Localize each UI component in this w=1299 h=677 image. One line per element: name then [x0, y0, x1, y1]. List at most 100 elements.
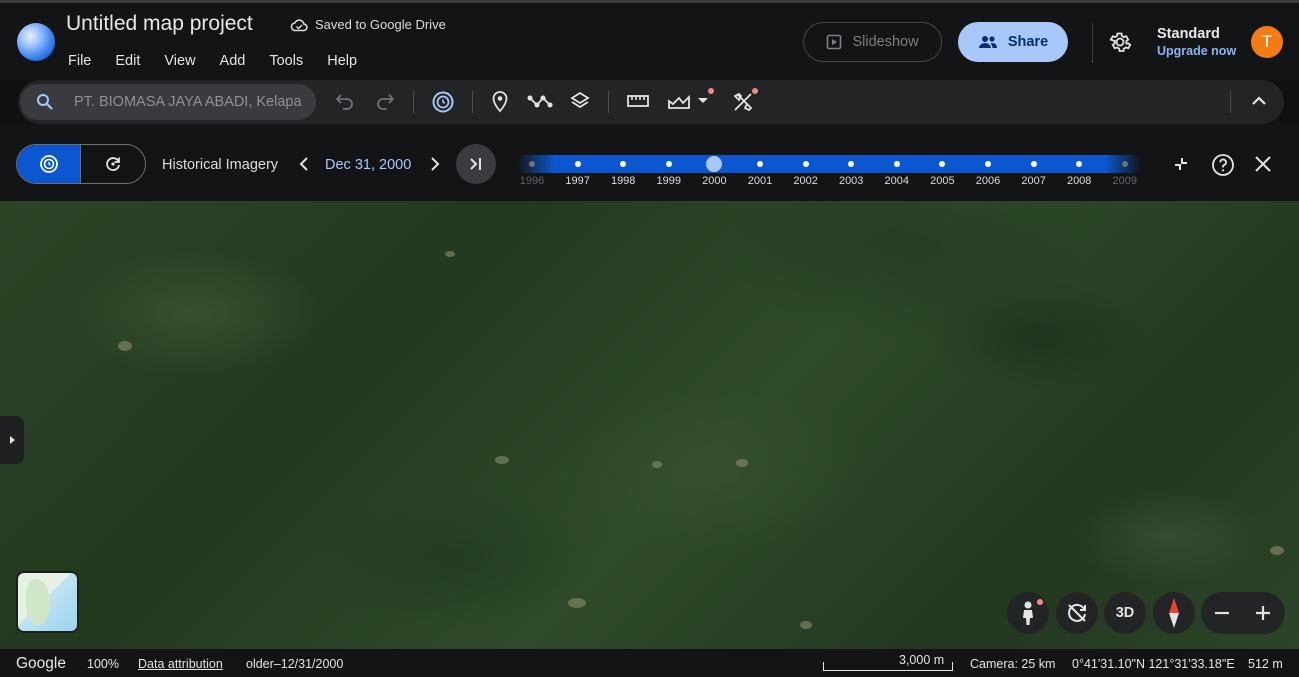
timeline-year-label[interactable]: 1998 — [611, 175, 635, 187]
map-feature — [652, 461, 662, 468]
historical-imagery-icon[interactable] — [431, 90, 455, 114]
satellite-tools-icon[interactable] — [731, 90, 755, 114]
timeline-tick[interactable] — [985, 161, 991, 167]
ruler-icon[interactable] — [626, 90, 650, 112]
chevron-right-icon[interactable] — [428, 155, 442, 173]
imagery-date[interactable]: Dec 31, 2000 — [325, 157, 411, 173]
timeline-year-label[interactable]: 2007 — [1021, 175, 1045, 187]
timeline-year-label[interactable]: 2002 — [793, 175, 817, 187]
menu-view[interactable]: View — [164, 53, 195, 69]
collapse-icon[interactable] — [1171, 154, 1191, 174]
data-attribution-link[interactable]: Data attribution — [138, 657, 223, 671]
imagery-date-range: older–12/31/2000 — [246, 657, 344, 671]
project-title[interactable]: Untitled map project — [66, 12, 253, 36]
help-icon[interactable] — [1211, 153, 1235, 177]
toolbar-divider — [608, 91, 609, 113]
people-icon — [978, 36, 997, 48]
timeline-year-label[interactable]: 2001 — [748, 175, 772, 187]
chevron-up-icon[interactable] — [1250, 94, 1268, 108]
timeline-year-label[interactable]: 1997 — [565, 175, 589, 187]
timeline-year-label[interactable]: 2005 — [930, 175, 954, 187]
undo-icon[interactable] — [334, 90, 356, 112]
menu-bar: File Edit View Add Tools Help — [68, 53, 381, 69]
timeline-year-label[interactable]: 2006 — [976, 175, 1000, 187]
google-logo: Google — [16, 655, 66, 672]
save-status-text: Saved to Google Drive — [315, 17, 446, 32]
camera-altitude: Camera: 25 km — [970, 657, 1056, 671]
cloud-icon — [290, 18, 308, 31]
chevron-down-icon[interactable] — [697, 97, 709, 105]
toolbar-divider — [413, 91, 414, 113]
side-panel-toggle[interactable] — [0, 416, 24, 464]
minimap-land — [26, 579, 50, 625]
timeline-tick[interactable] — [1030, 161, 1037, 167]
path-icon[interactable] — [527, 90, 553, 112]
map-viewport[interactable] — [0, 201, 1299, 649]
menu-tools[interactable]: Tools — [269, 53, 303, 69]
imagery-mode-toggle — [16, 144, 146, 184]
timeline-tick[interactable] — [757, 161, 763, 167]
globe-logo[interactable] — [17, 23, 55, 61]
terrain-icon[interactable] — [667, 90, 691, 112]
compass-icon — [1169, 598, 1179, 628]
timeline-tick[interactable] — [893, 161, 900, 167]
timeline-tick[interactable] — [529, 161, 535, 167]
street-view-button[interactable] — [1007, 592, 1049, 634]
compass-button[interactable] — [1153, 592, 1195, 634]
map-style-thumbnail[interactable] — [16, 571, 79, 633]
rotation-lock-button[interactable] — [1056, 592, 1098, 634]
toggle-3d-button[interactable]: 3D — [1104, 592, 1146, 634]
skip-to-latest-button[interactable] — [456, 144, 496, 184]
timeline-tick[interactable] — [574, 161, 581, 167]
chevron-left-icon[interactable] — [297, 155, 311, 173]
map-feature — [736, 459, 748, 467]
layers-icon[interactable] — [569, 90, 591, 112]
upgrade-link[interactable]: Upgrade now — [1157, 44, 1236, 58]
timeline-year-label[interactable]: 2003 — [839, 175, 863, 187]
map-feature — [495, 456, 509, 464]
redo-icon[interactable] — [374, 90, 396, 112]
scale-bar[interactable] — [823, 662, 953, 671]
slideshow-button[interactable]: Slideshow — [803, 22, 942, 62]
map-feature — [445, 251, 455, 257]
timeline-year-label[interactable]: 2000 — [702, 175, 726, 187]
menu-file[interactable]: File — [68, 53, 91, 69]
header: Untitled map project Saved to Google Dri… — [0, 0, 1299, 80]
elevation: 512 m — [1248, 657, 1283, 671]
zoom-controls — [1201, 592, 1285, 634]
timeline-tick[interactable] — [1121, 161, 1128, 167]
timeline-year-label[interactable]: 2004 — [885, 175, 909, 187]
toolbar-divider — [472, 91, 473, 113]
timeline-year-label[interactable]: 1999 — [657, 175, 681, 187]
timeline-tick[interactable] — [802, 161, 809, 167]
timeline-slider[interactable] — [517, 155, 1142, 173]
menu-edit[interactable]: Edit — [115, 53, 140, 69]
toolbar: PT. BIOMASA JAYA ABADI, Kelapa — [18, 80, 1284, 124]
coordinates: 0°41'31.10"N 121°31'33.18"E — [1072, 657, 1235, 671]
search-input[interactable]: PT. BIOMASA JAYA ABADI, Kelapa — [20, 84, 316, 120]
timeline-year-label[interactable]: 2008 — [1067, 175, 1091, 187]
current-mode-button[interactable] — [81, 145, 145, 183]
close-icon[interactable] — [1254, 155, 1272, 173]
map-feature — [568, 598, 586, 608]
share-button[interactable]: Share — [958, 22, 1068, 62]
status-bar: Google 100% Data attribution older–12/31… — [0, 649, 1299, 677]
map-feature — [118, 341, 132, 351]
menu-help[interactable]: Help — [327, 53, 357, 69]
avatar[interactable]: T — [1251, 26, 1283, 58]
timeline-tick[interactable] — [665, 161, 672, 167]
notification-dot — [708, 88, 714, 94]
zoom-in-icon[interactable] — [1255, 605, 1271, 621]
historical-mode-button[interactable] — [17, 145, 81, 183]
timeline-year-label[interactable]: 2009 — [1113, 175, 1137, 187]
placemark-icon[interactable] — [489, 90, 511, 114]
menu-add[interactable]: Add — [220, 53, 246, 69]
gear-icon[interactable] — [1108, 30, 1132, 54]
header-divider — [1092, 23, 1093, 63]
historical-imagery-label: Historical Imagery — [162, 157, 279, 173]
plan-info: Standard Upgrade now — [1157, 26, 1236, 58]
app-root: Untitled map project Saved to Google Dri… — [0, 0, 1299, 677]
timeline-year-label[interactable]: 1996 — [520, 175, 544, 187]
skip-next-icon — [470, 158, 481, 170]
zoom-out-icon[interactable] — [1214, 606, 1230, 620]
